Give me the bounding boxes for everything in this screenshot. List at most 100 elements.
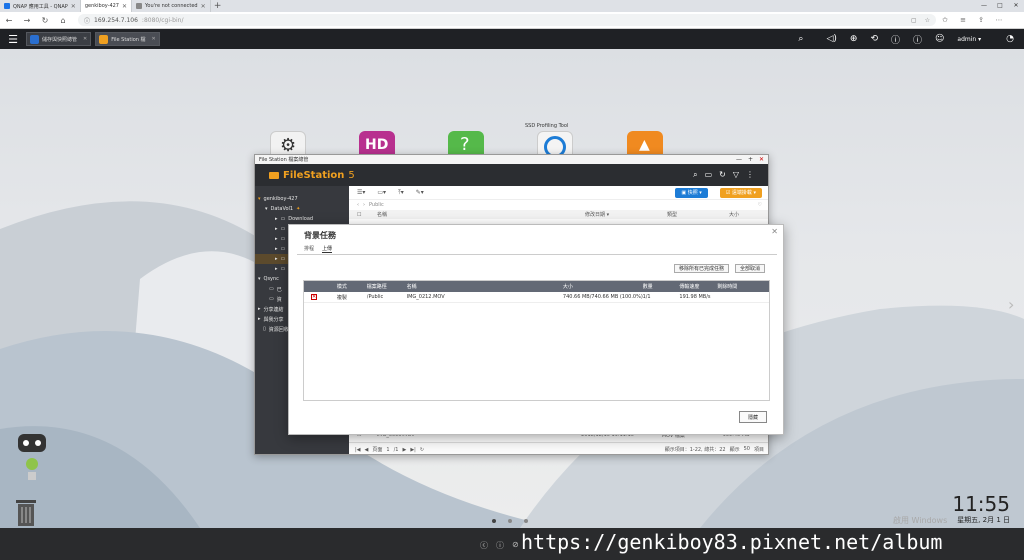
new-tab-button[interactable]: +	[211, 0, 225, 12]
minimize-icon[interactable]: —	[736, 156, 742, 163]
trash-icon[interactable]	[14, 497, 38, 527]
tree-item-folder[interactable]: ▸ ▭ Download	[255, 214, 349, 224]
minimize-icon[interactable]: —	[976, 0, 992, 12]
per-page-select[interactable]: 50	[744, 446, 750, 453]
search-icon[interactable]: ⌕	[693, 170, 697, 180]
app-tab-filestation[interactable]: File Station 檔 ✕	[95, 32, 160, 46]
col-modified[interactable]: 修改日期 ▾	[585, 211, 667, 218]
forward-icon[interactable]: ›	[363, 202, 365, 208]
page-total: /1	[393, 446, 399, 453]
close-icon[interactable]: ✕	[759, 156, 764, 163]
page-input[interactable]: 1	[386, 447, 389, 453]
next-page-arrow-icon[interactable]: ›	[1008, 295, 1014, 314]
refresh-icon[interactable]: ↻	[420, 447, 424, 453]
tab-schedule[interactable]: 排程	[304, 245, 314, 253]
bookmark-star-icon[interactable]: ☆	[925, 17, 930, 24]
sync-icon[interactable]: ⟲	[870, 34, 878, 44]
close-window-icon[interactable]: ✕	[1008, 0, 1024, 12]
window-controls: — □ ✕	[976, 0, 1024, 12]
col-name[interactable]: 名稱	[377, 211, 585, 218]
table-row[interactable]: ✕ 複製 /Public IMG_0212.MOV 740.66 MB/740.…	[304, 292, 769, 303]
tab-upload[interactable]: 上傳	[322, 245, 333, 253]
monitor-icon[interactable]: ▭	[705, 170, 713, 180]
hide-button[interactable]: 隱藏	[738, 411, 767, 423]
refresh-icon[interactable]: ↻	[719, 170, 726, 180]
new-folder-icon[interactable]: ▭▾	[377, 189, 386, 196]
user-menu[interactable]: admin ▾	[957, 36, 981, 43]
noncommercial-icon: ⊘	[512, 540, 519, 549]
volume-icon[interactable]: ◁)	[826, 34, 836, 44]
remote-mount-button[interactable]: ☑ 遠端掛載 ▾	[719, 187, 762, 198]
list-icon[interactable]: ☰▾	[357, 189, 365, 196]
search-icon[interactable]: ⌕	[798, 34, 803, 44]
forward-icon[interactable]: →	[18, 16, 36, 25]
snapshot-button[interactable]: ▣ 快照 ▾	[675, 187, 708, 198]
notification-icon[interactable]: ⓘ	[891, 33, 900, 46]
task-speed: 191.98 MB/s	[679, 294, 711, 300]
user-icon[interactable]: ☺	[935, 34, 944, 44]
cancel-all-button[interactable]: 全部取消	[734, 264, 765, 273]
folder-icon: ▭	[269, 286, 274, 292]
tree-item-nas[interactable]: ▾ genkiboy-427	[255, 194, 349, 204]
hub-icon[interactable]: ≡	[954, 16, 972, 24]
prev-page-icon[interactable]: ◀	[365, 447, 369, 453]
info-icon[interactable]: ⓘ	[913, 33, 922, 46]
folder-icon: ▭	[280, 266, 286, 272]
col-size[interactable]: 大小	[729, 211, 759, 218]
close-tab-icon[interactable]: ✕	[122, 3, 127, 10]
back-icon[interactable]: ‹	[357, 202, 359, 208]
tools-icon[interactable]: ✎▾	[416, 189, 424, 196]
dashboard-icon[interactable]: ◔	[1006, 34, 1014, 44]
desktop-page-dots	[492, 519, 528, 523]
upload-icon[interactable]: ⤒▾	[398, 189, 404, 197]
next-page-icon[interactable]: ▶	[402, 447, 406, 453]
col-type[interactable]: 類型	[667, 211, 729, 218]
filestation-header: FileStation 5 ⌕ ▭ ↻ ▽ ⋮	[255, 164, 768, 186]
page-dot[interactable]	[508, 519, 512, 523]
maximize-icon[interactable]: □	[992, 0, 1008, 12]
more-icon[interactable]: ⋯	[990, 16, 1008, 24]
share-icon[interactable]: ⇪	[972, 16, 990, 24]
storage-app-icon	[30, 34, 39, 44]
remove-completed-button[interactable]: 移除所有已完成任務	[673, 264, 729, 273]
close-icon[interactable]: ✕	[771, 227, 778, 236]
maximize-icon[interactable]: +	[748, 156, 753, 163]
back-icon[interactable]: ←	[0, 16, 18, 25]
page-dot[interactable]	[492, 519, 496, 523]
path-segment[interactable]: Public	[369, 202, 384, 208]
refresh-icon[interactable]: ↻	[36, 16, 54, 25]
close-tab-icon[interactable]: ✕	[71, 3, 76, 10]
app-tab-label: File Station 檔	[111, 36, 146, 43]
reader-icon[interactable]: ▢	[911, 17, 917, 24]
ssd-profiling-label: SSD Profiling Tool	[525, 123, 569, 129]
home-icon[interactable]: ⌂	[54, 16, 72, 25]
browser-tab-not-connected[interactable]: You're not connected ✕	[132, 0, 211, 12]
filter-icon[interactable]: ▽	[733, 170, 739, 180]
qboost-robot-icon[interactable]	[14, 434, 50, 487]
browser-tab-genkiboy[interactable]: genkiboy-427 ✕	[80, 0, 133, 12]
tree-item-datavol[interactable]: ▾ DataVol1 ✦	[255, 204, 349, 214]
app-tab-storage[interactable]: 儲存與快照總管 ✕	[26, 32, 92, 46]
task-size: 740.66 MB/740.66 MB (100.0%)	[562, 294, 643, 300]
pin-icon: ✦	[296, 206, 301, 212]
close-app-tab-icon[interactable]: ✕	[152, 36, 156, 42]
close-app-tab-icon[interactable]: ✕	[83, 36, 87, 42]
select-all-checkbox[interactable]: ☐	[357, 212, 377, 218]
browser-tab-qnap[interactable]: QNAP 應用工具 - QNAP ✕	[0, 0, 81, 12]
item-range: 顯示項目：1-22, 總共：22	[664, 447, 726, 453]
more-icon[interactable]: ⋮	[746, 170, 754, 180]
task-path: /Public	[366, 294, 384, 300]
main-menu-icon[interactable]: ☰	[0, 33, 26, 46]
favorite-icon[interactable]: ♡	[758, 202, 762, 208]
info-icon[interactable]: ⓘ	[84, 16, 90, 25]
url-host: 169.254.7.106	[94, 16, 138, 24]
address-bar[interactable]: ⓘ 169.254.7.106:8080/cgi-bin/ ▢ ☆	[78, 14, 936, 26]
app-name: FileStation	[283, 169, 345, 181]
first-page-icon[interactable]: |◀	[355, 447, 361, 453]
gamepad-icon[interactable]: ⊕	[850, 34, 858, 44]
page-dot[interactable]	[524, 519, 528, 523]
favorites-icon[interactable]: ✩	[936, 16, 954, 24]
cancel-task-icon[interactable]: ✕	[311, 294, 317, 300]
last-page-icon[interactable]: ▶|	[410, 447, 416, 453]
close-tab-icon[interactable]: ✕	[201, 3, 206, 10]
